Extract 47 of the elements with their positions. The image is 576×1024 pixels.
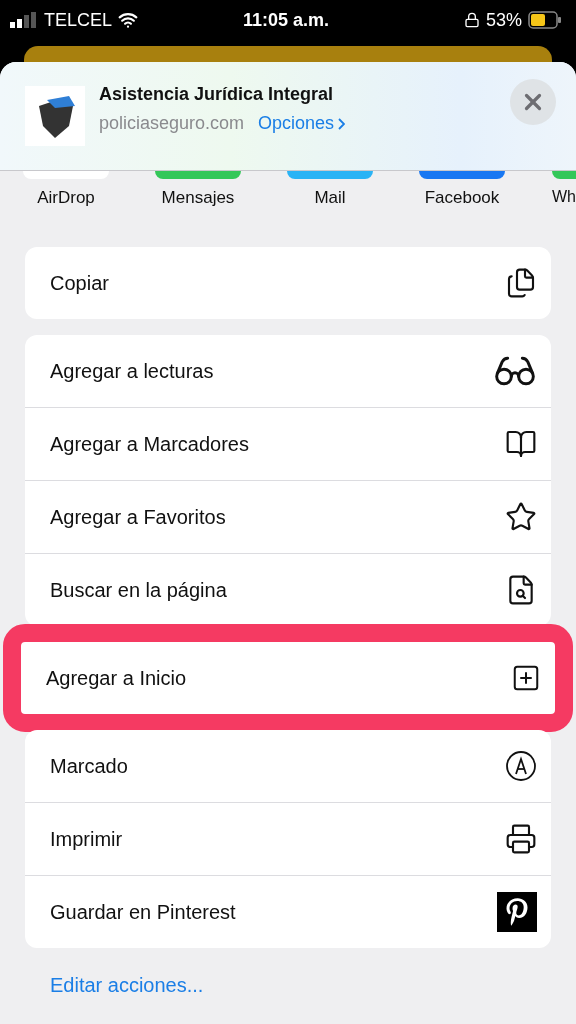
shield-logo: [25, 86, 85, 146]
action-label: Agregar a Favoritos: [50, 505, 226, 529]
page-domain: policiaseguro.com: [99, 113, 245, 134]
battery-icon: [528, 11, 562, 29]
action-row[interactable]: Agregar a Favoritos: [25, 480, 551, 553]
action-label: Agregar a Inicio: [46, 666, 187, 690]
copy-icon: [505, 267, 537, 299]
action-row[interactable]: Agregar a lecturas: [25, 335, 551, 407]
signal-icon: [10, 12, 38, 28]
action-label: Buscar en la página: [50, 578, 227, 602]
action-label: Agregar a lecturas: [50, 359, 214, 383]
action-row[interactable]: Marcado: [25, 730, 551, 802]
clock: 11:05 a.m.: [242, 9, 330, 31]
action-row[interactable]: Agregar a Marcadores: [25, 407, 551, 480]
action-label: Agregar a Marcadores: [50, 432, 249, 456]
wifi-icon: [118, 10, 139, 30]
plus-square-icon: [511, 663, 541, 693]
page-title: Asistencia Jurídica Integral: [99, 84, 335, 105]
app-icon[interactable]: [155, 171, 241, 179]
star-icon: [505, 501, 537, 533]
action-row[interactable]: Copiar: [25, 247, 551, 319]
action-label: Guardar en Pinterest: [50, 900, 236, 924]
book-icon: [505, 428, 537, 460]
app-icon[interactable]: [287, 171, 373, 179]
app-icon[interactable]: [552, 171, 576, 179]
app-label: Mail: [314, 188, 346, 208]
pinterest-icon: [497, 892, 537, 932]
chevron-right-icon: [338, 117, 346, 130]
options-link[interactable]: Opciones: [258, 113, 346, 134]
action-row[interactable]: Imprimir: [25, 802, 551, 875]
app-label: Facebook: [424, 188, 500, 208]
action-row[interactable]: Buscar en la página: [25, 553, 551, 626]
action-label: Copiar: [50, 271, 109, 295]
action-row[interactable]: Agregar a Inicio: [21, 642, 555, 714]
edit-actions-link[interactable]: Editar acciones...: [50, 974, 576, 997]
app-label: Wh: [552, 188, 576, 206]
close-button[interactable]: [510, 79, 556, 125]
printer-icon: [505, 823, 537, 855]
carrier-name: TELCEL: [44, 9, 113, 31]
pen-circle-icon: [505, 750, 537, 782]
app-label: Mensajes: [161, 188, 235, 208]
app-label: AirDrop: [37, 188, 95, 208]
action-label: Imprimir: [50, 827, 123, 851]
battery-percentage: 53%: [485, 9, 522, 31]
action-label: Marcado: [50, 754, 128, 778]
app-icon[interactable]: [419, 171, 505, 179]
action-row[interactable]: Guardar en Pinterest: [25, 875, 551, 948]
